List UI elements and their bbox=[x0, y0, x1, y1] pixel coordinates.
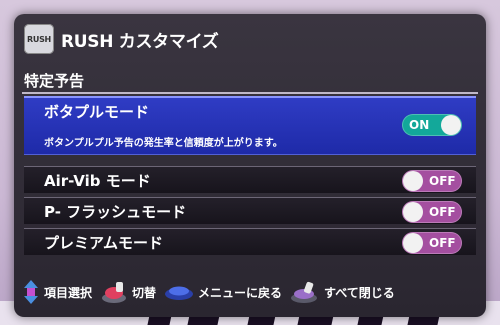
rush-logo-text: RUSH bbox=[27, 34, 51, 44]
option-label: Air-Vib モード bbox=[44, 172, 151, 190]
hint-select: 項目選択 bbox=[22, 279, 92, 305]
option-description: ボタンプルプル予告の発生率と信頼度が上がります。 bbox=[44, 138, 283, 149]
section-title: 特定予告 bbox=[24, 72, 85, 90]
option-label: プレミアムモード bbox=[44, 234, 163, 252]
option-row-pflash[interactable]: P- フラッシュモード OFF bbox=[24, 197, 476, 224]
control-hints: 項目選択 切替 メニューに戻る すべて閉じる bbox=[22, 277, 478, 307]
push-button-icon bbox=[102, 282, 127, 303]
option-row-premium[interactable]: プレミアムモード OFF bbox=[24, 228, 476, 255]
option-row-botapuru[interactable]: ボタプルモード ボタンプルプル予告の発生率と信頼度が上がります。 ON bbox=[24, 96, 476, 155]
option-label: P- フラッシュモード bbox=[44, 203, 187, 221]
panel-title: RUSH カスタマイズ bbox=[61, 31, 219, 52]
hint-back: メニューに戻る bbox=[164, 282, 282, 302]
toggle-label: ON bbox=[409, 118, 430, 132]
hint-label: 項目選択 bbox=[44, 285, 93, 300]
option-label: ボタプルモード bbox=[44, 103, 150, 121]
toggle-knob bbox=[403, 202, 423, 222]
toggle-switch[interactable]: OFF bbox=[402, 232, 462, 254]
toggle-label: OFF bbox=[429, 236, 456, 250]
hint-toggle: 切替 bbox=[100, 280, 156, 304]
hint-label: 切替 bbox=[132, 285, 157, 300]
hint-label: すべて閉じる bbox=[324, 285, 395, 300]
dpad-updown-icon bbox=[24, 280, 38, 304]
rush-logo: RUSH bbox=[24, 24, 54, 54]
toggle-switch[interactable]: OFF bbox=[402, 201, 462, 223]
toggle-label: OFF bbox=[429, 205, 456, 219]
customize-panel: RUSH RUSH カスタマイズ 特定予告 ボタプルモード ボタンプルプル予告の… bbox=[14, 14, 486, 317]
toggle-switch[interactable]: ON bbox=[402, 114, 462, 136]
toggle-knob bbox=[403, 171, 423, 191]
toggle-knob bbox=[403, 233, 423, 253]
hint-label: メニューに戻る bbox=[198, 285, 283, 300]
panel-header: RUSH RUSH カスタマイズ bbox=[24, 24, 219, 54]
toggle-switch[interactable]: OFF bbox=[402, 170, 462, 192]
section-divider bbox=[22, 92, 478, 94]
blue-button-icon bbox=[165, 286, 194, 300]
option-row-airvib[interactable]: Air-Vib モード OFF bbox=[24, 166, 476, 193]
hint-close-all: すべて閉じる bbox=[290, 280, 395, 304]
toggle-label: OFF bbox=[429, 174, 456, 188]
lever-button-icon bbox=[291, 281, 318, 303]
toggle-knob bbox=[441, 115, 461, 135]
